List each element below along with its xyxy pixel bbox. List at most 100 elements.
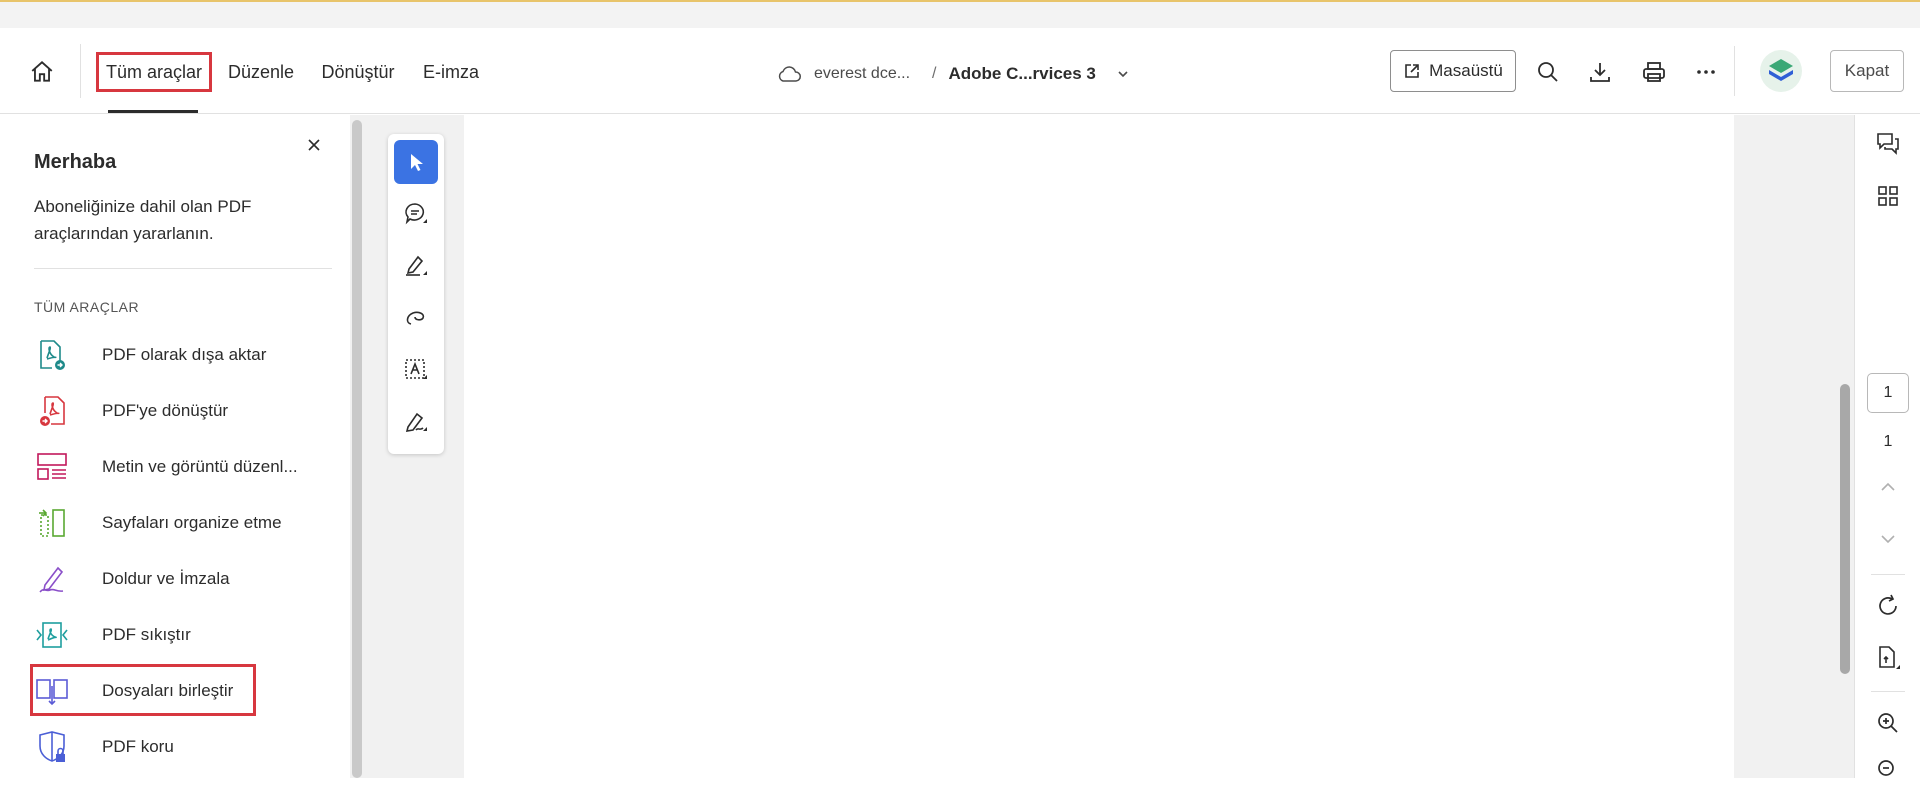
document-scrollbar-thumb[interactable] — [1840, 384, 1850, 674]
sign-tool-icon — [405, 412, 427, 432]
zoom-out-button[interactable] — [1869, 751, 1907, 789]
breadcrumb-separator: / — [932, 65, 937, 82]
pdf-page[interactable] — [464, 115, 1734, 778]
text-select-tool-icon — [405, 359, 427, 379]
right-rail: 1 1 — [1854, 115, 1920, 778]
open-desktop-button[interactable]: Masaüstü — [1390, 50, 1516, 92]
panel-close-button[interactable] — [302, 133, 326, 157]
current-page-value: 1 — [1883, 384, 1893, 401]
avatar[interactable] — [1760, 50, 1802, 92]
tool-fill-sign[interactable]: Doldur ve İmzala — [34, 557, 324, 601]
close-button[interactable]: Kapat — [1830, 50, 1904, 92]
cloud-icon — [778, 66, 801, 82]
tab-label: Tüm araçlar — [105, 61, 203, 82]
tab-convert[interactable]: Dönüştür — [314, 52, 402, 92]
tools-panel: Merhaba Aboneliğinize dahil olan PDF ara… — [0, 115, 348, 778]
tab-all-tools[interactable]: Tüm araçlar — [96, 52, 212, 92]
tab-edit[interactable]: Düzenle — [224, 52, 298, 92]
download-button[interactable] — [1582, 54, 1618, 90]
tab-label: Düzenle — [227, 61, 295, 82]
divider — [1734, 46, 1735, 96]
home-button[interactable] — [24, 54, 60, 90]
comments-icon — [1877, 133, 1899, 155]
select-tool-button[interactable] — [394, 140, 438, 184]
external-link-icon — [1405, 64, 1419, 78]
close-label: Kapat — [1844, 61, 1890, 80]
document-title[interactable]: Adobe C...rvices 3 — [949, 64, 1096, 84]
zoom-in-icon — [1878, 713, 1898, 733]
organize-pages-icon — [34, 505, 70, 541]
zoom-out-icon — [1878, 760, 1894, 776]
grid-icon — [1878, 186, 1898, 206]
select-tool-icon — [411, 154, 423, 171]
page-icon — [1879, 646, 1900, 669]
tool-create-pdf[interactable]: PDF'ye dönüştür — [34, 389, 324, 433]
browser-top-strip — [0, 0, 1920, 28]
tab-esign[interactable]: E-imza — [418, 52, 484, 92]
export-pdf-icon — [34, 337, 70, 373]
edit-pdf-icon — [34, 449, 70, 485]
tool-edit-pdf[interactable]: Metin ve görüntü düzenl... — [34, 445, 324, 489]
next-page-button[interactable] — [1869, 520, 1907, 558]
comment-tool-icon — [405, 203, 427, 225]
tool-label: PDF'ye dönüştür — [102, 401, 229, 420]
home-icon — [31, 61, 53, 82]
tool-compress-pdf[interactable]: PDF sıkıştır — [34, 613, 324, 657]
chevron-down-icon[interactable] — [1116, 67, 1130, 81]
panel-scrollbar-thumb[interactable] — [352, 120, 362, 778]
print-icon — [1643, 62, 1665, 82]
breadcrumb-folder[interactable]: everest dce... — [814, 65, 910, 83]
draw-tool-icon — [406, 311, 425, 325]
rotate-button[interactable] — [1869, 587, 1907, 625]
sign-tool-button[interactable] — [394, 400, 438, 444]
previous-page-button[interactable] — [1869, 468, 1907, 506]
search-button[interactable] — [1530, 54, 1566, 90]
chevron-up-icon — [1881, 482, 1895, 491]
tool-label: Doldur ve İmzala — [102, 569, 230, 588]
search-icon — [1538, 62, 1558, 82]
tool-label: Sayfaları organize etme — [102, 513, 282, 532]
section-heading: TÜM ARAÇLAR — [34, 299, 140, 315]
tab-label: E-imza — [422, 61, 479, 82]
divider — [1871, 574, 1905, 575]
avatar-icon — [1769, 59, 1793, 81]
divider — [34, 268, 332, 269]
highlight-box — [30, 664, 256, 716]
active-tab-indicator — [108, 110, 198, 113]
comments-button[interactable] — [1869, 125, 1907, 163]
divider — [1871, 691, 1905, 692]
rotate-icon — [1879, 594, 1897, 615]
text-select-tool-button[interactable] — [394, 348, 438, 392]
divider — [80, 44, 81, 98]
highlight-tool-icon — [406, 255, 427, 276]
tool-export-pdf[interactable]: PDF olarak dışa aktar — [34, 333, 324, 377]
close-icon — [308, 139, 320, 151]
current-page-input[interactable]: 1 — [1867, 373, 1909, 413]
more-options-button[interactable] — [1688, 54, 1724, 90]
quick-tools-bar — [388, 134, 444, 454]
top-toolbar: Tüm araçlar Düzenle Dönüştür E-imza ever… — [0, 28, 1920, 114]
panel-title: Merhaba — [34, 151, 117, 173]
page-options-button[interactable] — [1869, 639, 1907, 677]
desktop-label: Masaüstü — [1429, 61, 1503, 80]
fill-sign-icon — [34, 561, 70, 597]
panel-description: Aboneliğinize dahil olan PDF araçlarında… — [34, 197, 252, 243]
zoom-in-button[interactable] — [1869, 704, 1907, 742]
print-button[interactable] — [1636, 54, 1672, 90]
compress-pdf-icon — [34, 617, 70, 653]
draw-tool-button[interactable] — [394, 296, 438, 340]
tool-protect-pdf[interactable]: PDF koru — [34, 725, 324, 769]
thumbnails-button[interactable] — [1869, 177, 1907, 215]
total-pages: 1 — [1883, 433, 1893, 450]
download-icon — [1590, 63, 1610, 82]
highlight-tool-button[interactable] — [394, 244, 438, 288]
protect-pdf-icon — [34, 729, 70, 765]
tool-organize-pages[interactable]: Sayfaları organize etme — [34, 501, 324, 545]
tool-label: PDF sıkıştır — [102, 625, 191, 644]
create-pdf-icon — [34, 393, 70, 429]
tab-label: Dönüştür — [321, 61, 395, 82]
comment-tool-button[interactable] — [394, 192, 438, 236]
chevron-down-icon — [1881, 535, 1895, 544]
tool-label: PDF olarak dışa aktar — [102, 345, 267, 364]
breadcrumb: everest dce... / Adobe C...rvices 3 — [776, 60, 1130, 88]
